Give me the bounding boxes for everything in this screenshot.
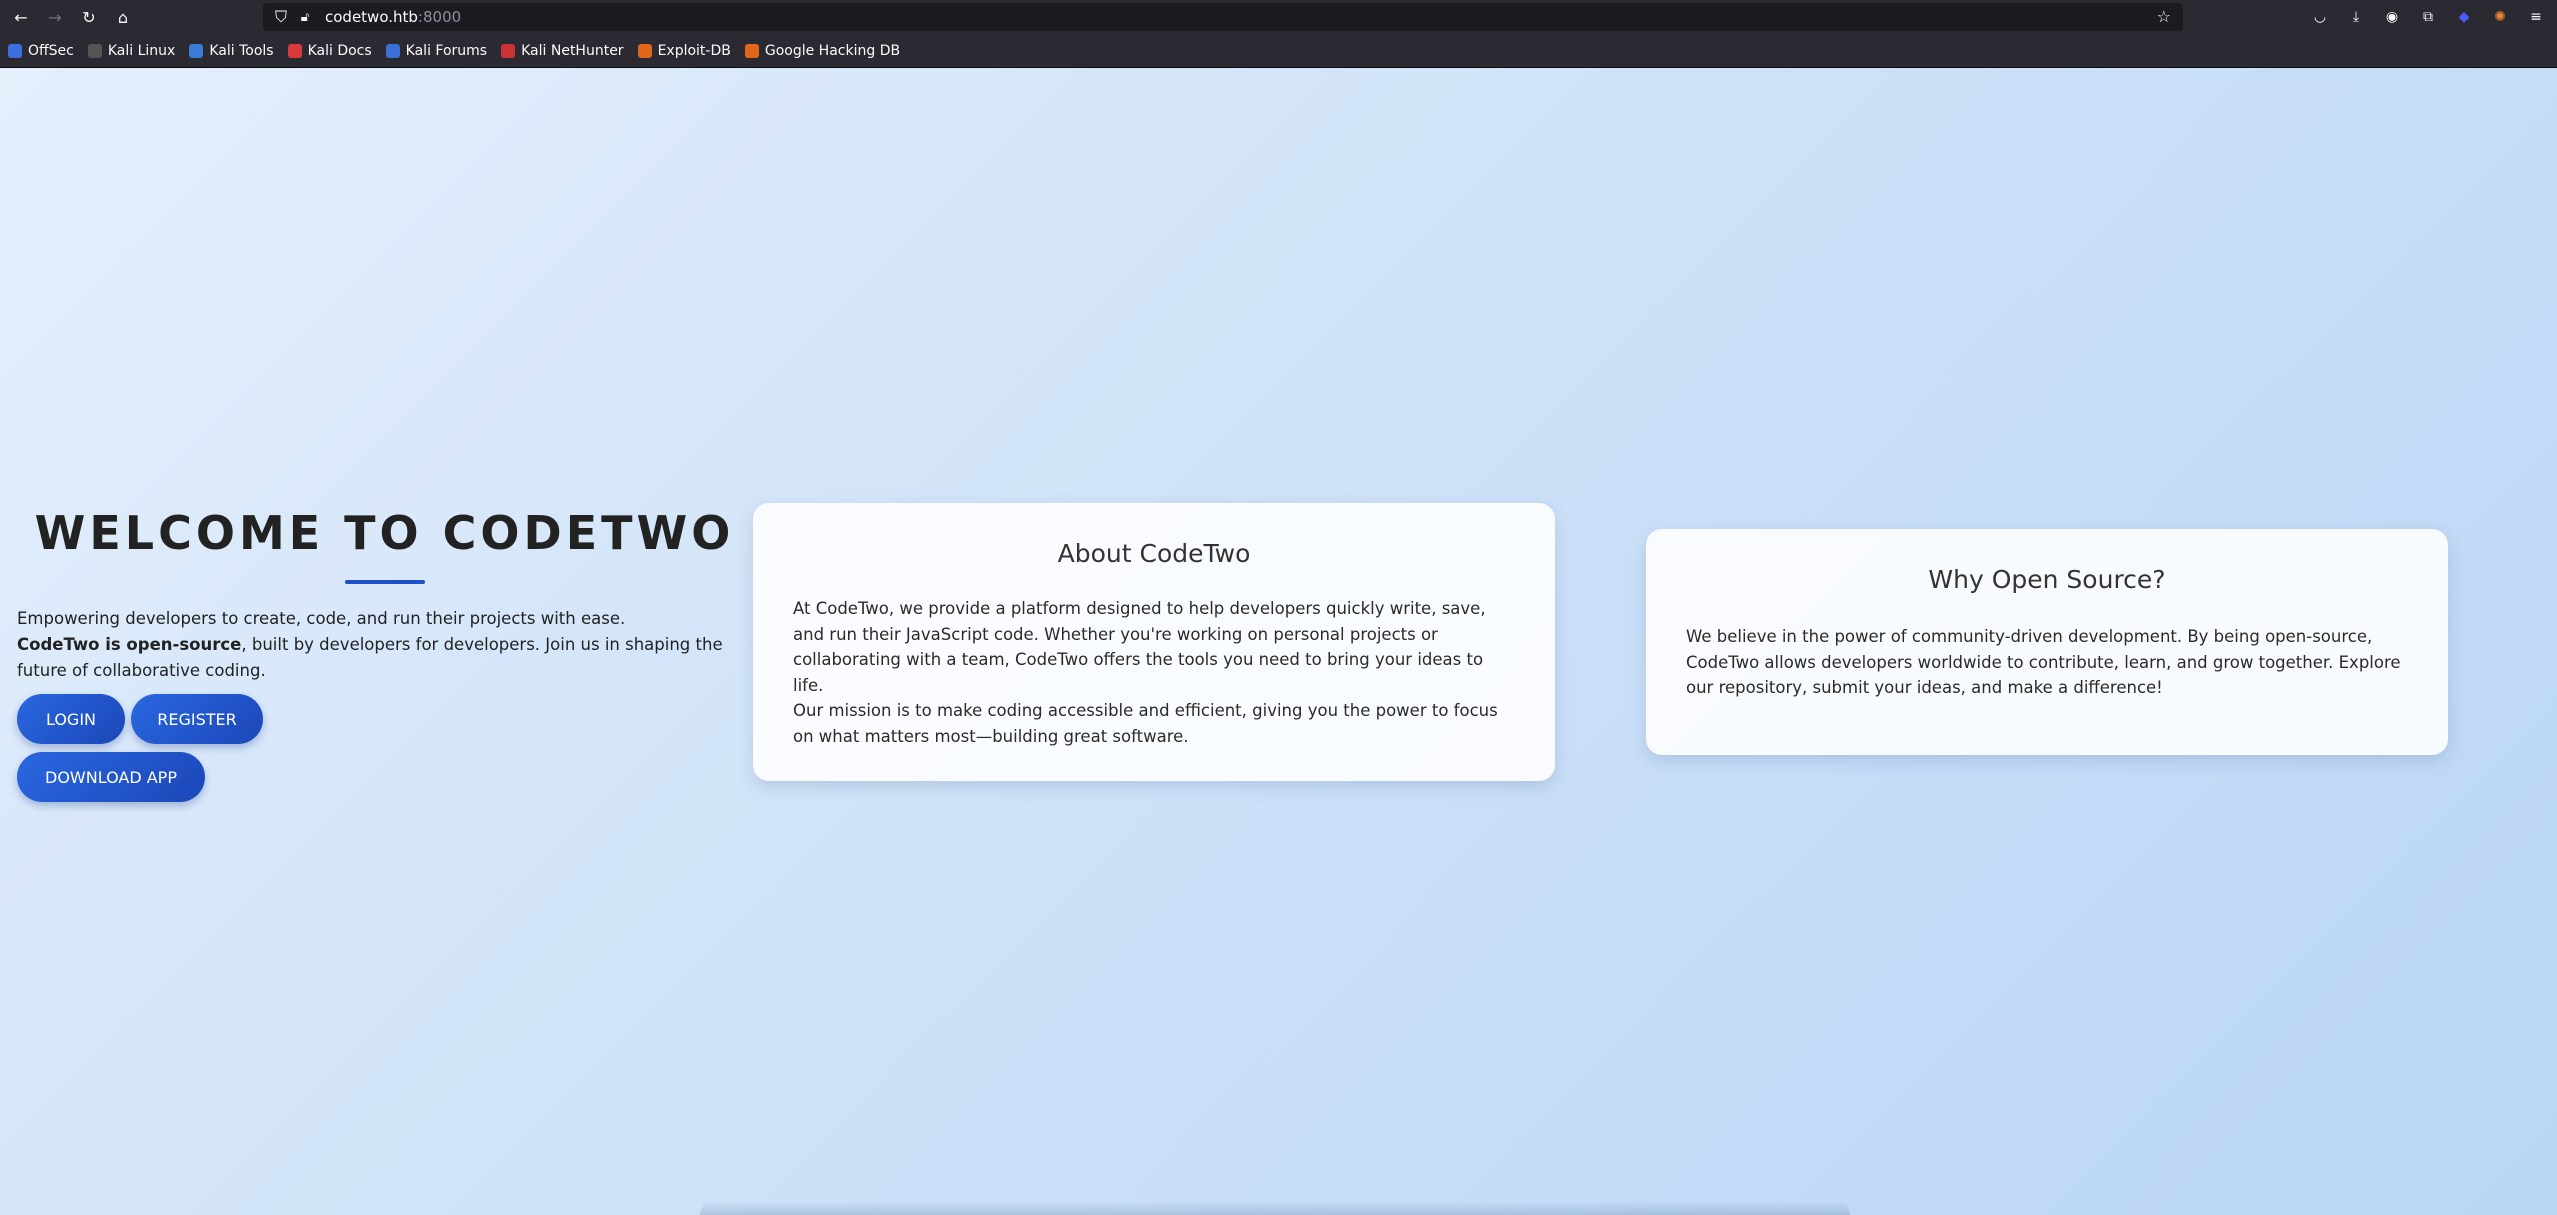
bookmark-kali-nethunter[interactable]: Kali NetHunter xyxy=(501,43,624,59)
about-card: About CodeTwo At CodeTwo, we provide a p… xyxy=(753,503,1555,781)
open-source-title: Why Open Source? xyxy=(1928,565,2166,594)
kali-linux-favicon-icon xyxy=(87,43,102,58)
kali-forums-favicon-icon xyxy=(385,43,400,58)
hero-buttons: LOGIN REGISTER DOWNLOAD APP xyxy=(17,694,317,802)
menu-icon[interactable]: ≡ xyxy=(2523,4,2549,30)
offsec-favicon-icon xyxy=(8,43,22,58)
kali-docs-favicon-icon xyxy=(287,43,302,58)
login-button[interactable]: LOGIN xyxy=(17,694,125,744)
ghdb-favicon-icon xyxy=(744,43,759,58)
bookmarks-bar: OffSec Kali Linux Kali Tools Kali Docs K… xyxy=(0,34,2557,68)
download-app-button[interactable]: DOWNLOAD APP xyxy=(17,752,205,802)
browser-toolbar: ← → ↻ ⌂ ⛉ 🔓︎ codetwo.htb:8000 ☆ ◡ ⤓ ◉ ⧉ … xyxy=(0,0,2557,34)
downloads-icon[interactable]: ⤓ xyxy=(2343,4,2369,30)
bookmark-kali-tools[interactable]: Kali Tools xyxy=(189,43,274,59)
bookmark-kali-docs[interactable]: Kali Docs xyxy=(287,43,372,59)
title-underline xyxy=(345,580,425,584)
url-text[interactable]: codetwo.htb:8000 xyxy=(325,8,461,26)
bookmark-star-icon[interactable]: ☆ xyxy=(2157,7,2171,26)
about-text: At CodeTwo, we provide a platform design… xyxy=(793,599,1498,746)
open-source-text: We believe in the power of community-dri… xyxy=(1686,627,2401,697)
bookmark-exploit-db[interactable]: Exploit-DB xyxy=(637,43,731,59)
open-source-emphasis: CodeTwo is open-source xyxy=(17,635,242,654)
url-bar[interactable]: ⛉ 🔓︎ codetwo.htb:8000 ☆ xyxy=(263,3,2183,31)
hero-section: WELCOME TO CODETWO Empowering developers… xyxy=(17,506,757,802)
home-icon[interactable]: ⌂ xyxy=(110,4,136,30)
bookmark-kali-forums[interactable]: Kali Forums xyxy=(385,43,487,59)
account-icon[interactable]: ◉ xyxy=(2379,4,2405,30)
back-icon[interactable]: ← xyxy=(8,4,34,30)
forward-icon[interactable]: → xyxy=(42,4,68,30)
shield-icon[interactable]: ⛉ xyxy=(271,7,291,27)
extension-orange-icon[interactable]: ✺ xyxy=(2487,4,2513,30)
hero-description: Empowering developers to create, code, a… xyxy=(17,609,723,680)
page-title: WELCOME TO CODETWO xyxy=(34,506,735,560)
toolbar-right-icons: ◡ ⤓ ◉ ⧉ ◆ ✺ ≡ xyxy=(2307,4,2549,30)
open-source-card: Why Open Source? We believe in the power… xyxy=(1646,529,2448,755)
kali-nethunter-favicon-icon xyxy=(501,43,516,58)
bookmark-google-hacking-db[interactable]: Google Hacking DB xyxy=(744,43,900,59)
bookmark-offsec[interactable]: OffSec xyxy=(8,43,74,59)
extension-blue-icon[interactable]: ◆ xyxy=(2451,4,2477,30)
page-content: WELCOME TO CODETWO Empowering developers… xyxy=(0,68,2557,1215)
about-title: About CodeTwo xyxy=(1057,539,1251,568)
page-bottom-shadow xyxy=(700,1201,1850,1215)
extensions-icon[interactable]: ⧉ xyxy=(2415,4,2441,30)
reload-icon[interactable]: ↻ xyxy=(76,4,102,30)
lock-icon[interactable]: 🔓︎ xyxy=(295,7,315,27)
kali-tools-favicon-icon xyxy=(189,43,204,58)
exploit-db-favicon-icon xyxy=(637,43,652,58)
bookmark-kali-linux[interactable]: Kali Linux xyxy=(87,43,175,59)
register-button[interactable]: REGISTER xyxy=(131,694,263,744)
pocket-icon[interactable]: ◡ xyxy=(2307,4,2333,30)
